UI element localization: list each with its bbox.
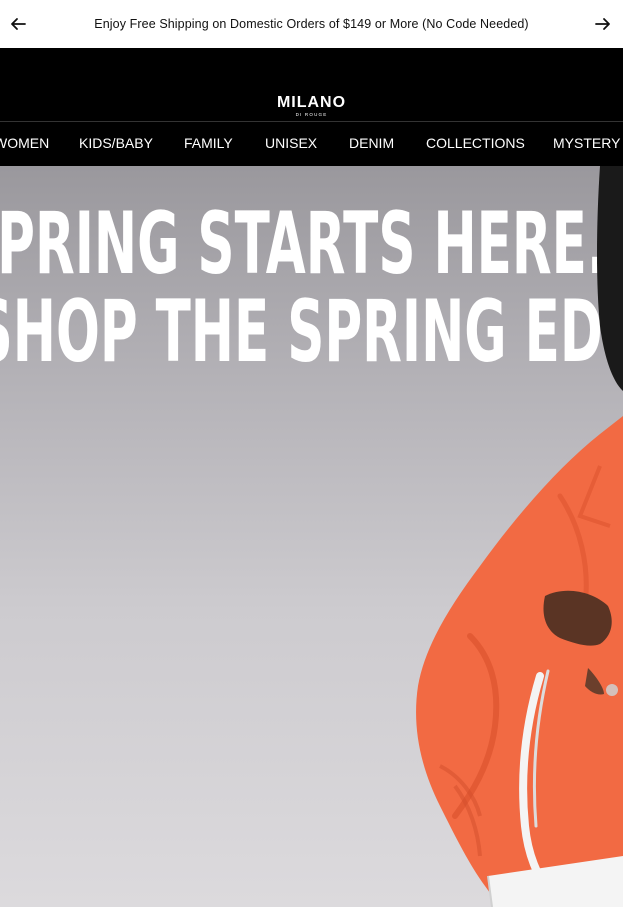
page: Enjoy Free Shipping on Domestic Orders o… <box>0 0 623 907</box>
announcement-bar: Enjoy Free Shipping on Domestic Orders o… <box>0 0 623 48</box>
nav-item-mystery[interactable]: MYSTERY <box>553 122 620 166</box>
arrow-left-icon[interactable] <box>6 12 30 36</box>
nav-item-kids-baby[interactable]: KIDS/BABY <box>79 122 153 166</box>
announcement-message[interactable]: Enjoy Free Shipping on Domestic Orders o… <box>40 0 583 48</box>
arrow-right-icon[interactable] <box>591 12 615 36</box>
nav-item-denim[interactable]: DENIM <box>349 122 394 166</box>
hero-banner[interactable]: SPRING STARTS HERE. SHOP THE SPRING EDIT… <box>0 166 623 907</box>
brand-logo[interactable]: MILANO DI ROUGE <box>0 95 623 118</box>
nav-item-collections[interactable]: COLLECTIONS <box>426 122 525 166</box>
hero-model-image <box>416 166 623 907</box>
logo-wordmark: MILANO <box>276 94 347 111</box>
logo-subtitle: DI ROUGE <box>295 112 328 117</box>
nav-item-family[interactable]: FAMILY <box>184 122 233 166</box>
site-header: MILANO DI ROUGE WOMEN KIDS/BABY FAMILY U… <box>0 48 623 166</box>
main-navigation: WOMEN KIDS/BABY FAMILY UNISEX DENIM COLL… <box>0 122 623 166</box>
nav-item-women[interactable]: WOMEN <box>0 122 49 166</box>
nav-item-unisex[interactable]: UNISEX <box>265 122 317 166</box>
